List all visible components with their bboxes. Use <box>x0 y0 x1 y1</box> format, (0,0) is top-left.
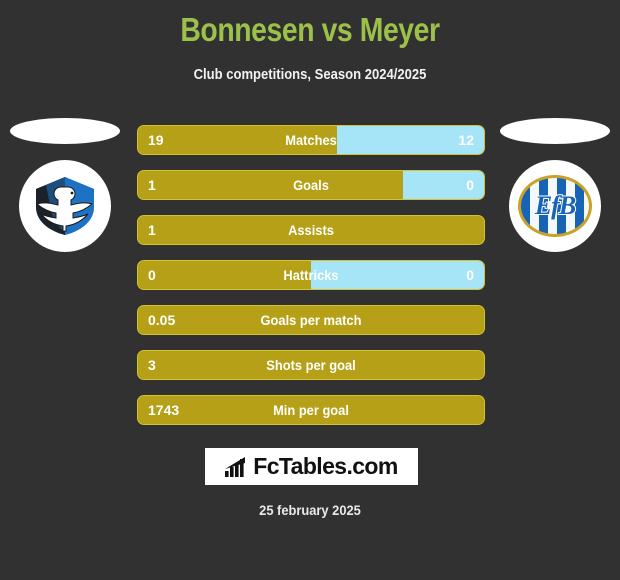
away-club-crest: EfB <box>509 160 601 252</box>
stat-row: 0.05 Goals per match <box>137 305 485 335</box>
shield-icon <box>32 175 98 237</box>
efb-monogram: EfB <box>534 190 577 221</box>
bar-chart-icon <box>225 456 249 477</box>
stat-label: Matches <box>285 132 337 148</box>
stat-label: Hattricks <box>283 267 339 283</box>
away-crest-ellipse <box>500 118 610 144</box>
efb-oval-icon: EfB <box>518 175 592 237</box>
stat-label: Goals per match <box>260 312 362 328</box>
stat-row: 1 Assists <box>137 215 485 245</box>
stat-label: Min per goal <box>273 402 349 418</box>
away-club-column: EfB <box>496 118 614 252</box>
header: Bonnesen vs Meyer Club competitions, Sea… <box>0 0 620 83</box>
stat-row: 0 0 Hattricks <box>137 260 485 290</box>
home-club-column <box>6 118 124 252</box>
stat-row: 3 Shots per goal <box>137 350 485 380</box>
page-subtitle: Club competitions, Season 2024/2025 <box>193 67 427 83</box>
page-title: Bonnesen vs Meyer <box>180 11 440 48</box>
stat-label: Assists <box>288 222 334 238</box>
stat-row: 1743 Min per goal <box>137 395 485 425</box>
stat-row: 19 12 Matches <box>137 125 485 155</box>
stats-list: 19 12 Matches 1 0 Goals 1 Assists 0 0 Hattricks 0.0… <box>137 125 485 440</box>
footer-date: 25 february 2025 <box>259 502 361 518</box>
fctables-logo[interactable]: FcTables.com <box>205 448 418 485</box>
stat-row: 1 0 Goals <box>137 170 485 200</box>
home-club-crest <box>19 160 111 252</box>
home-crest-ellipse <box>10 118 120 144</box>
brand-name: FcTables.com <box>253 453 398 479</box>
stat-label: Goals <box>293 177 329 193</box>
stat-label: Shots per goal <box>266 357 356 373</box>
